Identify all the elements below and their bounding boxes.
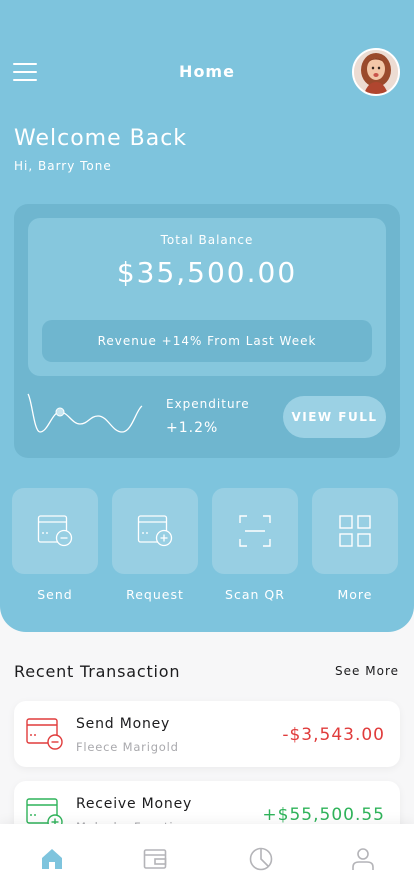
tab-wallet[interactable] bbox=[142, 846, 168, 872]
scan-qr-label: Scan QR bbox=[225, 587, 285, 602]
request-label: Request bbox=[126, 587, 184, 602]
avatar-image bbox=[354, 50, 398, 94]
avatar[interactable] bbox=[352, 48, 400, 96]
wallet-icon bbox=[143, 849, 167, 869]
request-button[interactable] bbox=[112, 488, 198, 574]
scan-qr-icon bbox=[239, 515, 271, 547]
transaction-name: Fleece Marigold bbox=[76, 740, 179, 754]
see-more-link[interactable]: See More bbox=[335, 664, 399, 678]
pie-chart-icon bbox=[249, 847, 273, 871]
card-minus-icon bbox=[37, 515, 73, 547]
send-label: Send bbox=[37, 587, 73, 602]
tab-profile[interactable] bbox=[350, 846, 376, 872]
transaction-title: Send Money bbox=[76, 716, 171, 732]
expenditure-sparkline bbox=[27, 393, 143, 433]
greeting-text: Hi, Barry Tone bbox=[14, 159, 112, 173]
card-minus-icon bbox=[26, 718, 63, 750]
grid-icon bbox=[339, 515, 371, 547]
expenditure-value: +1.2% bbox=[166, 420, 219, 436]
transaction-title: Receive Money bbox=[76, 796, 193, 812]
hero-panel: Home Welcome Back Hi, Barry Tone Total B… bbox=[0, 0, 414, 632]
card-plus-icon bbox=[137, 515, 173, 547]
bottom-tab-bar bbox=[0, 824, 414, 896]
balance-label: Total Balance bbox=[160, 233, 254, 247]
tab-home[interactable] bbox=[39, 846, 65, 872]
more-button[interactable] bbox=[312, 488, 398, 574]
recent-transaction-title: Recent Transaction bbox=[14, 662, 181, 681]
welcome-heading: Welcome Back bbox=[14, 126, 188, 151]
scan-qr-button[interactable] bbox=[212, 488, 298, 574]
expenditure-label: Expenditure bbox=[166, 397, 250, 411]
tab-stats[interactable] bbox=[248, 846, 274, 872]
revenue-badge: Revenue +14% From Last Week bbox=[42, 320, 372, 362]
balance-card: Total Balance $35,500.00 Revenue +14% Fr… bbox=[14, 204, 400, 458]
user-icon bbox=[352, 848, 374, 870]
send-button[interactable] bbox=[12, 488, 98, 574]
total-balance-box: Total Balance $35,500.00 Revenue +14% Fr… bbox=[28, 218, 386, 376]
balance-amount: $35,500.00 bbox=[116, 256, 298, 289]
home-icon bbox=[42, 849, 62, 869]
more-label: More bbox=[337, 587, 373, 602]
transaction-amount: +$55,500.55 bbox=[262, 805, 385, 825]
view-full-button[interactable]: VIEW FULL bbox=[283, 396, 386, 438]
transaction-row[interactable]: Send Money Fleece Marigold -$3,543.00 bbox=[14, 701, 400, 767]
transaction-amount: -$3,543.00 bbox=[282, 725, 385, 745]
